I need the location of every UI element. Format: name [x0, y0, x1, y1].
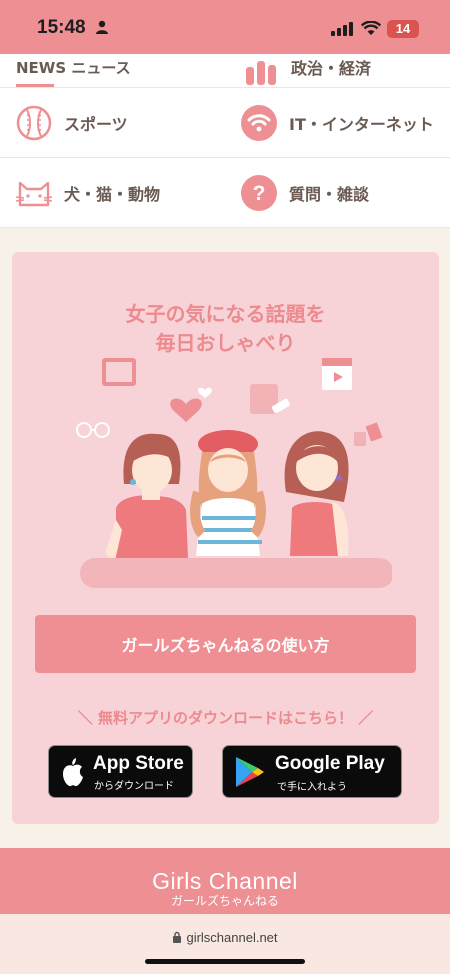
wifi-status-icon	[361, 21, 381, 35]
person-icon	[96, 20, 108, 34]
app-store-button[interactable]: App Store からダウンロード	[48, 745, 193, 798]
footer-logo[interactable]: Girls Channel	[0, 868, 450, 895]
category-row: 犬・猫・動物 ? 質問・雑談	[0, 158, 450, 228]
baseball-icon	[16, 105, 52, 141]
address-bar[interactable]: girlschannel.net	[0, 930, 450, 945]
question-icon: ?	[241, 175, 277, 211]
cat-icon	[16, 181, 52, 207]
category-sports[interactable]: スポーツ	[16, 88, 128, 158]
footer-subtitle: ガールズちゃんねる	[170, 894, 279, 908]
category-questions[interactable]: ? 質問・雑談	[241, 158, 369, 228]
signal-icon	[331, 22, 353, 36]
news-underline	[16, 84, 54, 87]
heart-icon	[170, 398, 202, 422]
status-time: 15:48	[37, 17, 86, 38]
lipstick-icon	[365, 422, 383, 442]
lock-icon	[173, 931, 182, 943]
apple-icon	[63, 758, 83, 787]
category-row-partial: NEWS ニュース 政治・経済	[0, 54, 450, 88]
google-play-sublabel: で手に入れよう	[277, 782, 347, 793]
battery-indicator: 14	[387, 20, 419, 38]
category-it[interactable]: IT・インターネット	[241, 88, 434, 158]
status-bar: 15:48 14	[0, 0, 450, 54]
google-play-label: Google Play	[275, 753, 385, 774]
app-store-label: App Store	[93, 753, 184, 774]
browser-bar: girlschannel.net	[0, 914, 450, 974]
category-news[interactable]: NEWS ニュース	[16, 54, 131, 87]
promo-title-line1: 女子の気になる話題を	[125, 302, 326, 326]
bar-chart-icon	[246, 61, 276, 85]
app-store-sublabel: からダウンロード	[94, 781, 174, 792]
promo-card: 女子の気になる話題を 毎日おしゃべり ガールズちゃんねるの使い方 ＼ 無料アプリ…	[12, 252, 439, 824]
svg-text:?: ?	[253, 182, 266, 205]
wifi-icon	[241, 105, 277, 141]
category-grid: NEWS ニュース 政治・経済 スポーツ IT・インターネット 犬・猫・動物 ?…	[0, 54, 450, 228]
category-row: スポーツ IT・インターネット	[0, 88, 450, 158]
category-animals[interactable]: 犬・猫・動物	[16, 158, 160, 228]
girls-illustration	[76, 358, 392, 588]
home-indicator[interactable]	[145, 959, 305, 964]
google-play-button[interactable]: Google Play で手に入れよう	[222, 745, 402, 798]
free-app-heading: ＼ 無料アプリのダウンロードはこちら！ ／	[77, 709, 374, 727]
bench	[80, 558, 392, 588]
promo-title: 女子の気になる話題を 毎日おしゃべり	[12, 300, 439, 358]
category-politics[interactable]: 政治・経済	[243, 54, 371, 87]
glasses-icon	[76, 422, 92, 438]
site-footer: Girls Channel ガールズちゃんねる	[0, 848, 450, 914]
url-text: girlschannel.net	[186, 930, 278, 945]
google-play-icon	[236, 757, 264, 787]
howto-button[interactable]: ガールズちゃんねるの使い方	[35, 615, 416, 673]
